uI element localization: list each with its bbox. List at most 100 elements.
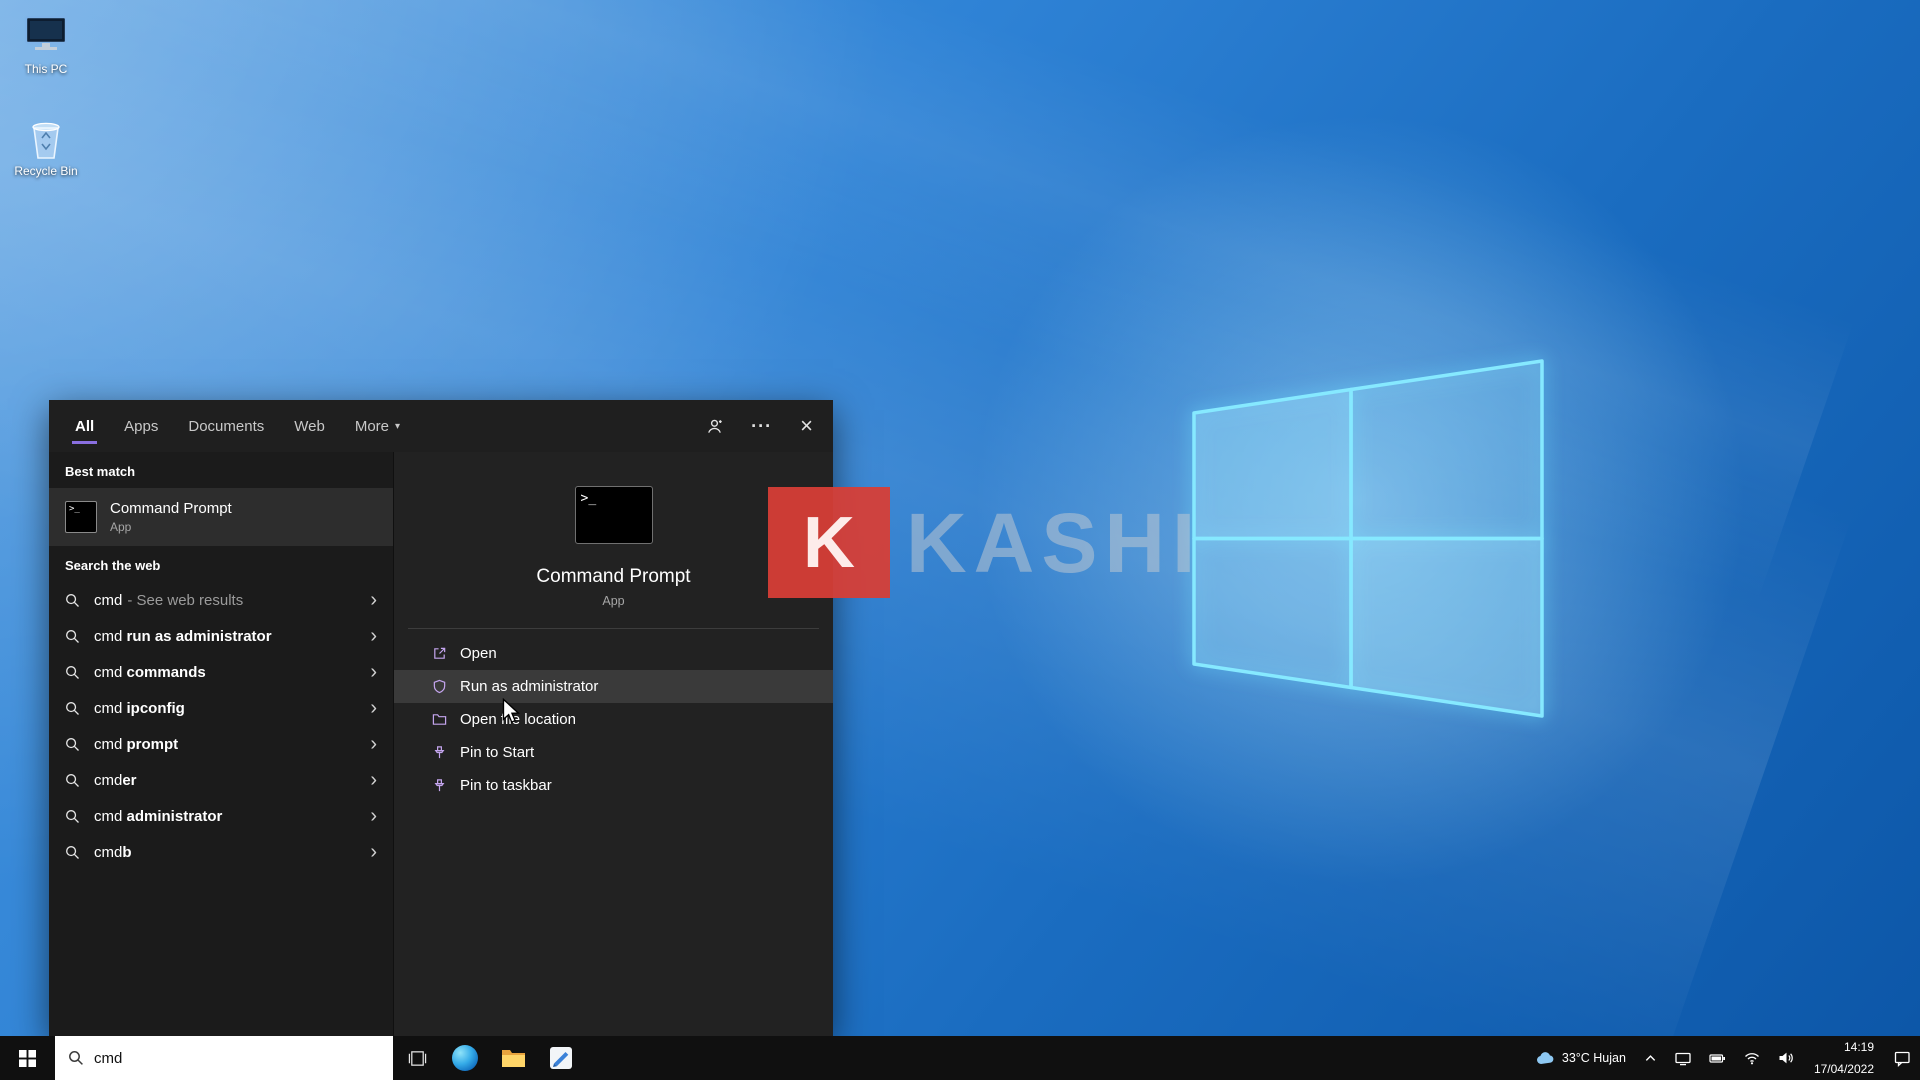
action-open-file-location[interactable]: Open file location xyxy=(394,703,833,736)
action-center-button[interactable] xyxy=(1885,1036,1920,1080)
tab-all[interactable]: All xyxy=(75,400,94,452)
pin-icon xyxy=(432,745,447,760)
chevron-down-icon: ▾ xyxy=(395,421,400,432)
suggestion-text: cmder xyxy=(94,772,356,789)
web-suggestion-item[interactable]: cmd administrator › xyxy=(49,798,393,834)
suggestion-text: cmd- See web results xyxy=(94,592,356,609)
chevron-right-icon[interactable]: › xyxy=(370,626,377,646)
desktop: This PC Recycle Bin K KASHI All Apps Doc… xyxy=(0,0,1920,1080)
clock-date: 17/04/2022 xyxy=(1814,1062,1874,1077)
action-pin-to-start[interactable]: Pin to Start xyxy=(394,736,833,769)
search-icon xyxy=(65,701,80,716)
action-run-as-administrator[interactable]: Run as administrator xyxy=(394,670,833,703)
search-icon xyxy=(65,773,80,788)
action-label: Pin to Start xyxy=(460,744,534,761)
chevron-right-icon[interactable]: › xyxy=(370,842,377,862)
cmd-prompt-icon-large: >_ xyxy=(575,486,653,544)
windows-logo-wallpaper xyxy=(1160,330,1580,750)
run-as-admin-icon xyxy=(432,679,447,694)
search-icon xyxy=(65,737,80,752)
desktop-icon-label: This PC xyxy=(2,62,90,76)
action-open[interactable]: Open xyxy=(394,637,833,670)
tray-battery[interactable] xyxy=(1700,1036,1735,1080)
action-label: Pin to taskbar xyxy=(460,777,552,794)
suggestion-completion: administrator xyxy=(122,808,222,825)
tray-pc-status[interactable] xyxy=(1666,1036,1700,1080)
hidden-icons-button[interactable] xyxy=(1635,1036,1666,1080)
search-icon xyxy=(65,809,80,824)
weather-cloud-icon xyxy=(1536,1051,1555,1065)
chevron-right-icon[interactable]: › xyxy=(370,698,377,718)
edge-button[interactable] xyxy=(441,1036,489,1080)
search-filter-tabs: All Apps Documents Web More ▾ xyxy=(75,400,400,452)
pinned-app-button[interactable] xyxy=(537,1036,585,1080)
battery-icon xyxy=(1709,1051,1726,1066)
desktop-icon-this-pc[interactable]: This PC xyxy=(2,10,90,76)
suggestion-query: cmd xyxy=(94,664,122,681)
best-match-subtitle: App xyxy=(110,520,232,534)
search-flyout: All Apps Documents Web More ▾ ··· xyxy=(49,400,833,1036)
search-icon xyxy=(68,1050,84,1066)
preview-title: Command Prompt xyxy=(394,566,833,588)
web-suggestion-item[interactable]: cmd ipconfig › xyxy=(49,690,393,726)
tab-web[interactable]: Web xyxy=(294,400,325,452)
web-suggestion-item[interactable]: cmder › xyxy=(49,762,393,798)
chevron-right-icon[interactable]: › xyxy=(370,734,377,754)
web-suggestion-item[interactable]: cmd run as administrator › xyxy=(49,618,393,654)
options-ellipsis-icon[interactable]: ··· xyxy=(751,412,772,440)
suggestion-completion: ipconfig xyxy=(122,700,185,717)
chevron-right-icon[interactable]: › xyxy=(370,590,377,610)
tray-network[interactable] xyxy=(1735,1036,1769,1080)
close-icon[interactable]: × xyxy=(800,412,813,440)
preview-subtitle: App xyxy=(394,594,833,608)
tab-documents[interactable]: Documents xyxy=(188,400,264,452)
clock-time: 14:19 xyxy=(1844,1040,1874,1055)
task-view-button[interactable] xyxy=(393,1036,441,1080)
tab-apps[interactable]: Apps xyxy=(124,400,158,452)
web-suggestion-item[interactable]: cmdb › xyxy=(49,834,393,870)
search-preview-pane: >_ Command Prompt App Open Run as admini… xyxy=(393,452,833,1036)
taskbar-search-box[interactable] xyxy=(55,1036,393,1080)
desktop-icon-recycle-bin[interactable]: Recycle Bin xyxy=(2,112,90,178)
edge-icon xyxy=(452,1045,478,1071)
suggestion-text: cmd run as administrator xyxy=(94,628,356,645)
speaker-icon xyxy=(1778,1051,1794,1065)
monitor-icon xyxy=(1675,1051,1691,1066)
search-icon xyxy=(65,845,80,860)
suggestion-query: cmd xyxy=(94,736,122,753)
suggestion-completion: commands xyxy=(122,664,205,681)
chevron-right-icon[interactable]: › xyxy=(370,770,377,790)
chevron-right-icon[interactable]: › xyxy=(370,806,377,826)
windows-start-icon xyxy=(19,1050,36,1067)
web-suggestion-item[interactable]: cmd prompt › xyxy=(49,726,393,762)
tab-more-label: More xyxy=(355,418,389,435)
wifi-icon xyxy=(1744,1051,1760,1065)
web-suggestion-item[interactable]: cmd- See web results › xyxy=(49,582,393,618)
action-pin-to-taskbar[interactable]: Pin to taskbar xyxy=(394,769,833,802)
chevron-right-icon[interactable]: › xyxy=(370,662,377,682)
pinned-app-icon xyxy=(550,1047,572,1069)
taskbar-clock[interactable]: 14:19 17/04/2022 xyxy=(1803,1036,1885,1080)
suggestion-text: cmdb xyxy=(94,844,356,861)
context-actions: Open Run as administrator Open file loca… xyxy=(394,637,833,802)
account-icon[interactable] xyxy=(706,412,723,440)
web-suggestion-item[interactable]: cmd commands › xyxy=(49,654,393,690)
file-explorer-button[interactable] xyxy=(489,1036,537,1080)
weather-text: 33°C Hujan xyxy=(1562,1051,1626,1065)
tab-more[interactable]: More ▾ xyxy=(355,400,400,452)
folder-icon xyxy=(432,712,447,727)
taskbar-weather[interactable]: 33°C Hujan xyxy=(1527,1036,1635,1080)
search-input[interactable] xyxy=(94,1050,344,1067)
search-header: All Apps Documents Web More ▾ ··· xyxy=(49,400,833,452)
action-label: Open xyxy=(460,645,497,662)
suggestion-query: cmd xyxy=(94,700,122,717)
divider xyxy=(408,628,819,629)
tray-volume[interactable] xyxy=(1769,1036,1803,1080)
suggestion-completion: prompt xyxy=(122,736,178,753)
search-icon xyxy=(65,665,80,680)
start-button[interactable] xyxy=(0,1036,55,1080)
file-explorer-icon xyxy=(501,1048,526,1069)
search-icon xyxy=(65,593,80,608)
best-match-item[interactable]: >_ Command Prompt App xyxy=(49,488,393,546)
action-label: Run as administrator xyxy=(460,678,598,695)
